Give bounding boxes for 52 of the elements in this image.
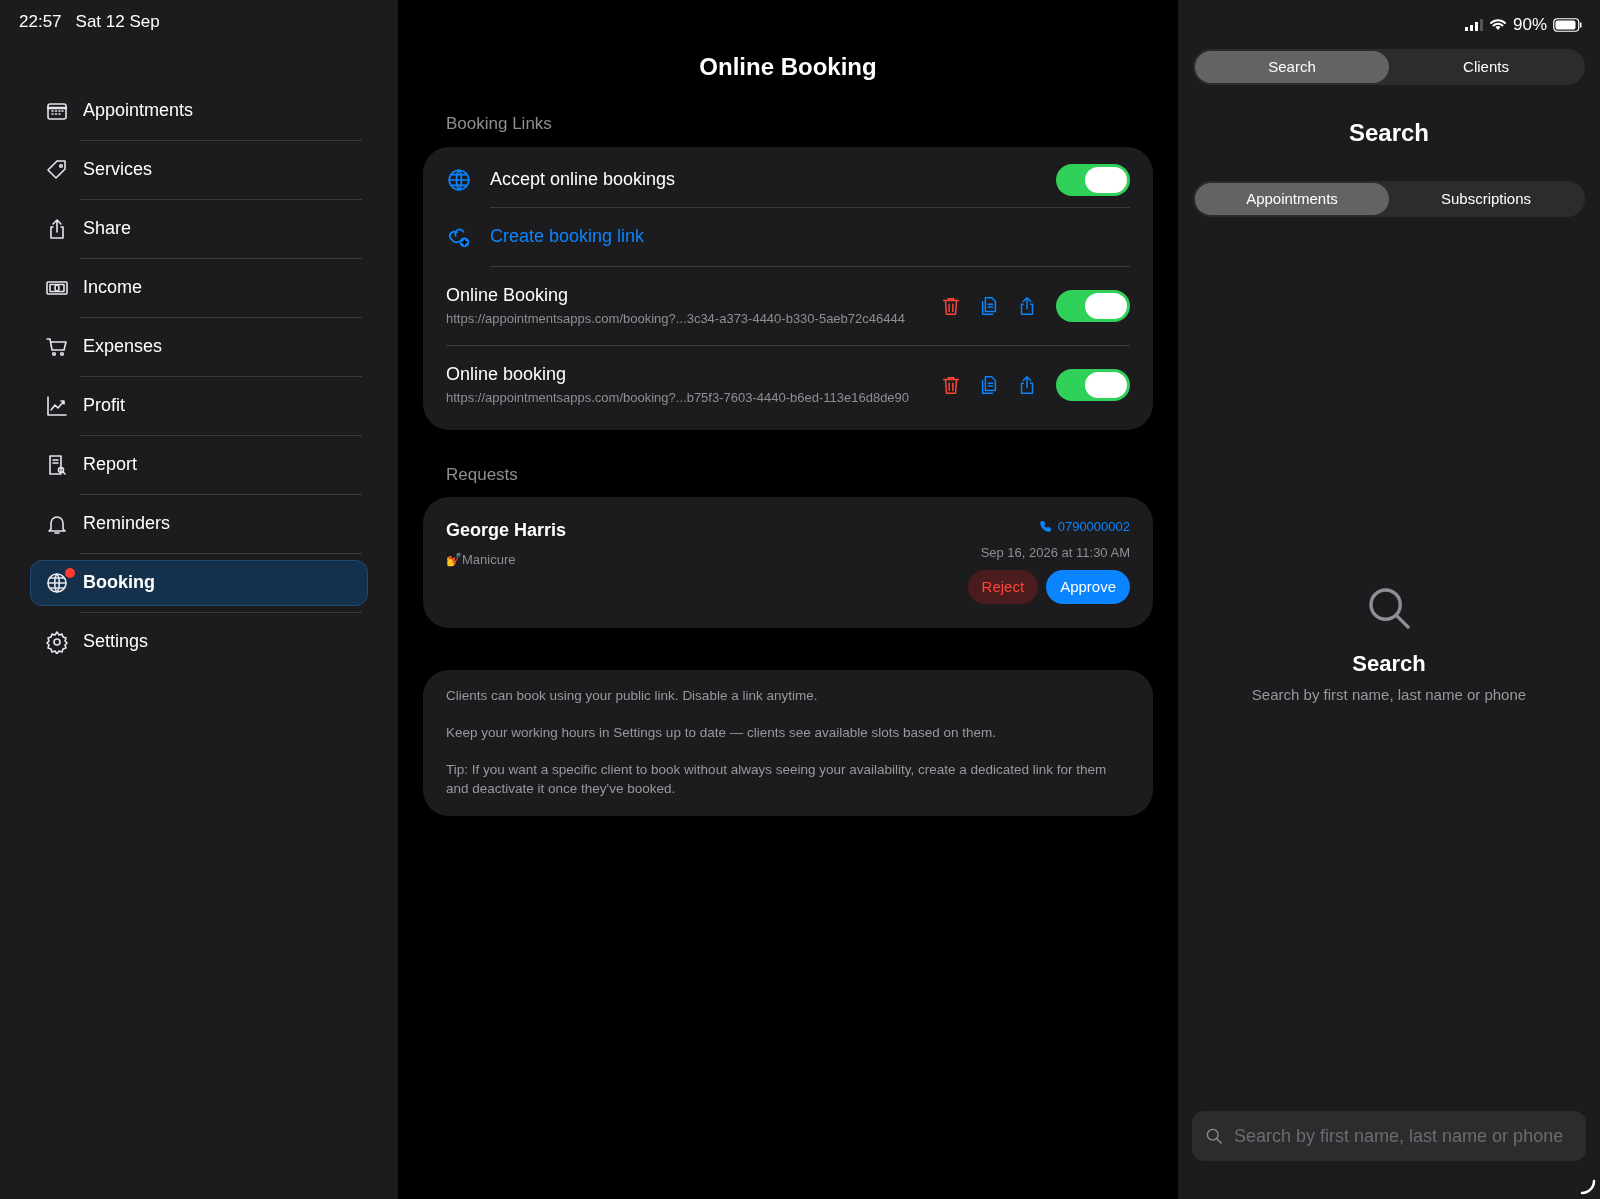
globe-icon: [446, 166, 472, 193]
sidebar-item[interactable]: Booking: [30, 559, 368, 606]
chart-icon: [45, 393, 69, 418]
sidebar-item[interactable]: Share: [30, 205, 368, 252]
globe-icon: [45, 570, 69, 595]
toggle-switch[interactable]: [1056, 163, 1130, 196]
battery-percentage: 90%: [1512, 13, 1547, 36]
sidebar-item[interactable]: Settings: [30, 618, 368, 665]
toggle-switch[interactable]: [1056, 368, 1130, 401]
phone-link[interactable]: 0790000002: [1038, 517, 1130, 537]
info-text: Tip: If you want a specific client to book without always seeing your availability, create a dedicated link for them and deactivate it once they've booked.: [446, 761, 1108, 798]
setting-label: Accept online bookings: [490, 168, 677, 191]
empty-state-subtitle: Search by first name, last name or phone: [1251, 685, 1527, 706]
page-title: Online Booking: [699, 52, 877, 81]
link-url: https://appointmentsapps.com/booking?...3c34-a373-4440-b330-5aeb72c46444: [446, 310, 906, 329]
request-time: Sep 16, 2026 at 11:30 AM: [980, 543, 1130, 562]
service-label: 💅Manicure: [446, 551, 517, 569]
signal-icon: [1464, 18, 1483, 31]
client-name: George Harris: [446, 519, 568, 542]
phone-icon: [1038, 520, 1052, 534]
link-name: Online booking: [446, 363, 568, 387]
tag-icon: [45, 157, 69, 182]
segment-tab[interactable]: Clients: [1389, 51, 1583, 83]
sidebar-item[interactable]: Expenses: [30, 323, 368, 370]
info-text: Keep your working hours in Settings up to date — clients see available slots based on them.: [446, 724, 998, 742]
search-field[interactable]: Search by first name, last name or phone: [1192, 1111, 1586, 1161]
link-name: Online Booking: [446, 284, 570, 308]
section-header: Booking Links: [445, 113, 553, 135]
segment-tab[interactable]: Subscriptions: [1389, 183, 1583, 215]
info-text: Clients can book using your public link. Disable a link anytime.: [446, 687, 819, 705]
create-link-button[interactable]: Create booking link: [490, 223, 645, 250]
sidebar-item[interactable]: Appointments: [30, 87, 368, 134]
status-date: Sat 12 Sep: [75, 11, 160, 33]
status-time: 22:57: [19, 11, 62, 33]
toggle-switch[interactable]: [1056, 289, 1130, 322]
sidebar-item[interactable]: Report: [30, 441, 368, 488]
section-header: Requests: [445, 463, 519, 486]
resize-handle-icon[interactable]: [1580, 1179, 1596, 1195]
panel-title: Search: [1347, 118, 1431, 148]
segment-tab[interactable]: Search: [1195, 51, 1389, 83]
gear-icon: [45, 629, 69, 654]
wifi-icon: [1488, 18, 1507, 31]
reject-button[interactable]: Reject: [967, 570, 1039, 604]
sidebar-item[interactable]: Services: [30, 146, 368, 193]
approve-button[interactable]: Approve: [1046, 570, 1130, 604]
empty-state-title: Search: [1352, 650, 1426, 679]
sidebar-item[interactable]: Income: [30, 264, 368, 311]
link-url: https://appointmentsapps.com/booking?...b75f3-7603-4440-b6ed-113e16d8de90: [446, 389, 911, 408]
segment-tab[interactable]: Appointments: [1195, 183, 1389, 215]
sidebar-item[interactable]: Reminders: [30, 500, 368, 547]
sidebar-item[interactable]: Profit: [30, 382, 368, 429]
battery-icon: [1553, 17, 1582, 32]
